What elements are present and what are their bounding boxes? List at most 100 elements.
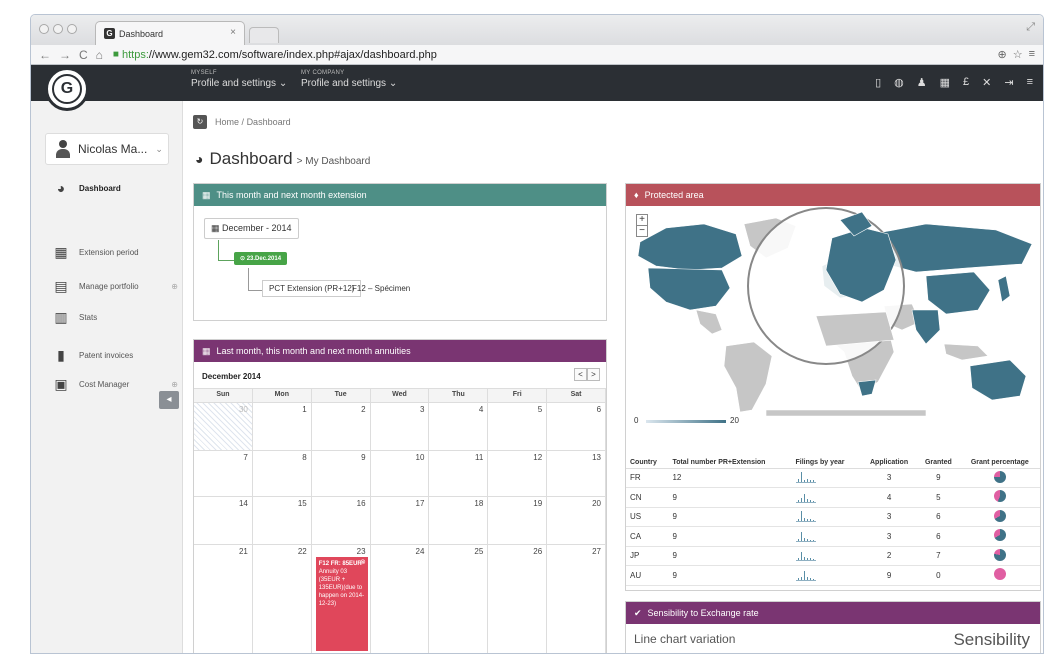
- table-row[interactable]: US 9 3 6: [626, 507, 1040, 527]
- calendar-day-cell[interactable]: 7: [194, 451, 253, 496]
- app-logo[interactable]: G: [45, 67, 89, 111]
- extension-item[interactable]: PCT Extension (PR+12): [262, 280, 362, 297]
- annuity-event-body: Annuity 03 (35EUR + 135EUR)(due to happe…: [318, 569, 365, 608]
- calendar-day-cell[interactable]: 21: [194, 545, 253, 653]
- country-code: JP: [626, 546, 669, 566]
- browser-tab[interactable]: G Dashboard ×: [95, 21, 245, 45]
- expand-icon[interactable]: ✕: [982, 76, 991, 89]
- globe-icon[interactable]: ◍: [894, 76, 904, 89]
- date-badge-label: 23.Dec.2014: [246, 256, 282, 262]
- calendar-day-cell[interactable]: 15: [253, 497, 312, 544]
- map-region-south-africa: [857, 379, 877, 397]
- sidebar-item-patent-invoices[interactable]: ▮ Patent invoices: [53, 348, 178, 362]
- table-row[interactable]: CA 9 3 6: [626, 526, 1040, 547]
- browser-menu-icon[interactable]: ≡: [1029, 48, 1035, 61]
- date-badge[interactable]: ⊙ 23.Dec.2014: [234, 252, 288, 265]
- calendar-day-cell[interactable]: 8: [253, 451, 312, 496]
- total-count: 9: [668, 565, 792, 586]
- table-row[interactable]: AU 9 9 0: [626, 565, 1040, 586]
- calendar-day-cell[interactable]: 10: [371, 451, 430, 496]
- forward-icon[interactable]: →: [59, 48, 71, 62]
- maximize-window-button[interactable]: [67, 24, 77, 34]
- calendar-panel-header: ▦ Last month, this month and next month …: [194, 340, 606, 362]
- calendar-next-button[interactable]: >: [587, 368, 600, 381]
- myself-menu-caption: MYSELF: [191, 70, 217, 76]
- weekday-header: Thu: [429, 389, 489, 402]
- sidebar-item-manage-portfolio[interactable]: ▤ Manage portfolio ⊕: [53, 279, 178, 293]
- event-close-icon[interactable]: ⊗: [360, 558, 366, 567]
- user-dropdown[interactable]: Nicolas Ma... ⌄: [45, 133, 169, 165]
- sidebar-item-cost-manager[interactable]: ▣ Cost Manager ⊕: [53, 377, 178, 391]
- sidebar-item-stats[interactable]: ▥ Stats: [53, 310, 178, 324]
- bookmark-star-icon[interactable]: ☆: [1013, 48, 1023, 61]
- column-header: Application: [860, 438, 918, 469]
- hamburger-menu-icon[interactable]: ≡: [1027, 76, 1033, 89]
- map-zoom-out-button[interactable]: −: [636, 225, 648, 237]
- sparkline-bar: [806, 479, 808, 483]
- weekday-header: Fri: [488, 389, 548, 402]
- breadcrumb-current: Dashboard: [246, 117, 291, 127]
- calendar-day-cell[interactable]: 9: [312, 451, 371, 496]
- fullscreen-icon[interactable]: ⤢: [1026, 21, 1035, 34]
- calendar-day-cell[interactable]: 12: [488, 451, 548, 496]
- calendar-day-cell[interactable]: 16: [312, 497, 371, 544]
- extension-month[interactable]: ▦ December - 2014: [204, 218, 299, 239]
- url-field[interactable]: ■ https: //www.gem32.com/software/index.…: [113, 49, 437, 61]
- refresh-icon[interactable]: ↻: [193, 115, 207, 129]
- calendar-day-cell[interactable]: 13: [547, 451, 607, 496]
- calendar-day-cell[interactable]: 24: [371, 545, 430, 653]
- myself-menu[interactable]: MYSELF Profile and settings ⌄: [191, 70, 287, 89]
- calendar-day-cell[interactable]: 26: [488, 545, 548, 653]
- grid-icon[interactable]: ▦: [940, 76, 950, 89]
- calendar-day-cell[interactable]: 5: [488, 403, 548, 450]
- calendar-day-cell[interactable]: 27: [547, 545, 607, 653]
- calendar-day-cell[interactable]: 2: [312, 403, 371, 450]
- calendar-day-cell[interactable]: 14: [194, 497, 253, 544]
- calendar-day-cell[interactable]: 3: [371, 403, 430, 450]
- tab-close-icon[interactable]: ×: [230, 27, 236, 38]
- new-tab-button[interactable]: [249, 27, 279, 43]
- minimize-window-button[interactable]: [53, 24, 63, 34]
- grant-percentage: [959, 546, 1040, 566]
- collapse-sidebar-button[interactable]: ◂: [159, 391, 179, 409]
- calendar-prev-button[interactable]: <: [574, 368, 587, 381]
- grant-percentage: [959, 487, 1040, 508]
- close-window-button[interactable]: [39, 24, 49, 34]
- expand-plus-icon[interactable]: ⊕: [171, 380, 178, 389]
- table-row[interactable]: JP 9 2 7: [626, 546, 1040, 566]
- back-icon[interactable]: ←: [39, 48, 51, 62]
- user-icon[interactable]: ♟: [917, 76, 927, 89]
- reload-icon[interactable]: C: [79, 48, 88, 62]
- calendar-day-cell[interactable]: 19: [488, 497, 548, 544]
- table-row[interactable]: FR 12 3 9: [626, 468, 1040, 488]
- home-icon[interactable]: ⌂: [96, 48, 103, 62]
- calendar-day-cell[interactable]: 17: [371, 497, 430, 544]
- grant-pie-chart: [993, 470, 1006, 483]
- sidebar-item-extension-period[interactable]: ▦ Extension period: [53, 245, 178, 259]
- calendar-day-cell[interactable]: 20: [547, 497, 607, 544]
- zoom-icon[interactable]: ⊕: [997, 48, 1006, 61]
- calendar-day-cell[interactable]: 22: [253, 545, 312, 653]
- calendar-day-cell[interactable]: 6: [547, 403, 607, 450]
- calendar-day-cell[interactable]: 1: [253, 403, 312, 450]
- annuity-event[interactable]: ⊗ F12 FR: 85EUR Annuity 03 (35EUR + 135E…: [315, 557, 368, 651]
- calendar-day-cell[interactable]: 4: [429, 403, 489, 450]
- currency-icon[interactable]: £: [963, 76, 969, 89]
- calendar-day-cell[interactable]: 23 ⊗ F12 FR: 85EUR Annuity 03 (35EUR + 1…: [312, 545, 371, 653]
- breadcrumb-home[interactable]: Home: [215, 117, 239, 127]
- sidebar-item-dashboard[interactable]: ◕ Dashboard: [53, 181, 178, 195]
- document-icon[interactable]: ▯: [875, 76, 881, 89]
- sparkline-bar: [797, 499, 799, 502]
- calendar-day-cell[interactable]: 11: [429, 451, 489, 496]
- company-menu[interactable]: MY COMPANY Profile and settings ⌄: [301, 70, 397, 89]
- calendar-day-cell[interactable]: 18: [429, 497, 489, 544]
- calendar-day-cell[interactable]: 30: [194, 403, 253, 450]
- avatar-icon: [56, 140, 70, 158]
- filings-sparkline: [791, 507, 861, 527]
- legend-gradient-bar: [646, 420, 726, 423]
- expand-plus-icon[interactable]: ⊕: [171, 282, 178, 291]
- calendar-day-cell[interactable]: 25: [429, 545, 489, 653]
- logout-icon[interactable]: ⇥: [1004, 76, 1013, 89]
- world-map[interactable]: [626, 206, 1040, 416]
- table-row[interactable]: CN 9 4 5: [626, 487, 1040, 508]
